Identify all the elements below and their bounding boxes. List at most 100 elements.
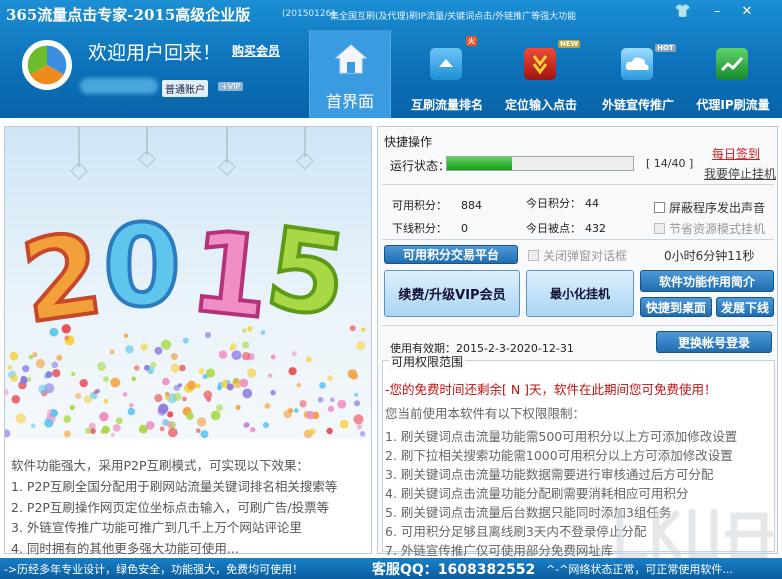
quick-ops-title: 快捷操作 xyxy=(384,135,433,149)
confetti-dot xyxy=(44,418,54,428)
progress-text: [ 14/40 ] xyxy=(646,157,694,170)
confetti-dot xyxy=(165,395,170,401)
confetti-dot xyxy=(216,404,224,412)
confetti-dot xyxy=(7,365,13,370)
save-resources-checkbox[interactable]: 节省资源模式挂机 xyxy=(654,220,765,237)
confetti-dot xyxy=(262,422,270,429)
tab-proxy-ip[interactable]: 代理IP刷流量 xyxy=(688,30,778,118)
confetti-dot xyxy=(110,377,121,388)
stop-hang-link[interactable]: 我要停止挂机 xyxy=(704,165,776,182)
today-clicked-label: 今日被点： xyxy=(526,222,581,235)
confetti-dot xyxy=(196,417,207,427)
confetti-dot xyxy=(205,332,211,338)
confetti-dot xyxy=(140,343,148,351)
checkbox-box[interactable] xyxy=(654,223,665,234)
confetti-dot xyxy=(283,410,292,419)
confetti-dot xyxy=(10,374,18,383)
confetti-dot xyxy=(93,389,99,395)
confetti-dot xyxy=(134,365,140,371)
confetti-dot xyxy=(97,362,106,371)
buy-member-link[interactable]: 购买会员 xyxy=(232,42,280,59)
confetti-dot xyxy=(294,408,299,413)
status-bar: ->历经多年专业设计，绿色安全，功能强大，免费均可使用！ 客服QQ：160838… xyxy=(0,558,782,579)
cloud-icon xyxy=(621,48,653,80)
confetti-dot xyxy=(110,432,115,437)
today-points: 今日积分： 44 xyxy=(526,195,599,211)
feature-intro-button[interactable]: 软件功能作用简介 xyxy=(640,270,774,292)
confetti-dot xyxy=(306,410,315,420)
confetti-dot xyxy=(30,423,36,429)
confetti-dot xyxy=(167,411,174,418)
confetti-dot xyxy=(154,394,163,403)
tab-external-links[interactable]: HOT 外链宣传推广 xyxy=(593,30,683,118)
confetti-dot xyxy=(270,390,276,396)
confetti-dot xyxy=(182,337,189,344)
confetti-dot xyxy=(161,339,172,350)
mute-checkbox[interactable]: 屏蔽程序发出声音 xyxy=(654,199,765,216)
pie-logo-icon xyxy=(25,43,69,87)
minimize-button[interactable]: – xyxy=(706,3,728,21)
confetti-dot xyxy=(9,351,19,361)
confetti-dot xyxy=(305,356,312,363)
minimize-hang-button[interactable]: 最小化挂机 xyxy=(526,270,634,317)
confetti-dot xyxy=(101,425,110,434)
tab-proxy-ip-label: 代理IP刷流量 xyxy=(696,98,770,112)
checkbox-box[interactable] xyxy=(528,250,539,261)
run-progress-bar xyxy=(446,156,634,171)
close-popup-checkbox[interactable]: 关闭弹窗对话框 xyxy=(528,247,627,264)
confetti-dot xyxy=(268,373,273,378)
confetti-dot xyxy=(317,396,324,403)
tab-locate-click[interactable]: NEW 定位输入点击 xyxy=(496,30,586,118)
confetti-dot xyxy=(173,384,180,392)
confetti-dot xyxy=(15,413,26,424)
confetti-dot xyxy=(250,427,256,433)
confetti-dot xyxy=(168,427,178,438)
renew-vip-button[interactable]: 续费/升级VIP会员 xyxy=(384,270,520,317)
confetti-dot xyxy=(337,399,347,409)
confetti-dot xyxy=(198,368,205,375)
confetti-dot xyxy=(243,422,249,428)
main-area: 2 0 1 5 软件功能强大，采用P2P互刷模式，可实现以下效果： 1. P2P… xyxy=(0,118,782,558)
username-blurred xyxy=(80,78,158,94)
welcome-text: 欢迎用户回来！ xyxy=(88,42,222,64)
confetti-dot xyxy=(309,428,316,435)
list-item: 1. 刷关键词点击流量功能需500可用积分以上方可添加修改设置 xyxy=(385,429,738,444)
confetti-dot xyxy=(127,407,136,416)
new-tag: NEW xyxy=(558,40,581,48)
support-qq[interactable]: 客服QQ：1608382552 xyxy=(372,559,535,579)
confetti-dot xyxy=(353,400,361,407)
switch-account-button[interactable]: 更换帐号登录 xyxy=(656,331,772,353)
shortcut-desktop-button[interactable]: 快捷到桌面 xyxy=(640,297,712,317)
checkbox-box[interactable] xyxy=(654,202,665,213)
progress-fill xyxy=(447,157,513,170)
develop-offline-button[interactable]: 发展下线 xyxy=(716,297,774,317)
confetti-dot xyxy=(173,392,182,401)
list-item: 3. 外链宣传推广功能可推广到几千上万个网站评论里 xyxy=(11,520,302,535)
divider xyxy=(382,239,774,240)
title-bar[interactable]: 365流量点击专家-2015高级企业版 (20150126) 集全国互刷(及代理… xyxy=(0,0,782,26)
confetti-dot xyxy=(56,355,63,361)
confetti-dot xyxy=(299,400,307,408)
confetti-dot xyxy=(35,358,45,369)
tab-locate-click-label: 定位输入点击 xyxy=(504,98,577,112)
tab-mutual-traffic[interactable]: 火 互刷流量排名 xyxy=(402,30,492,118)
avatar[interactable] xyxy=(22,40,72,90)
confetti-dot xyxy=(179,364,186,372)
daily-checkin-link[interactable]: 每日签到 xyxy=(712,145,760,162)
skin-icon[interactable]: 👕 xyxy=(672,3,694,21)
points-trade-button[interactable]: 可用积分交易平台 xyxy=(384,245,518,264)
offline-points-value: 0 xyxy=(461,222,468,235)
confetti-dot xyxy=(264,403,271,409)
tab-mutual-traffic-label: 互刷流量排名 xyxy=(410,98,483,112)
confetti-dot xyxy=(50,409,58,417)
confetti-dot xyxy=(45,371,53,378)
confetti-dot xyxy=(11,395,21,404)
close-button[interactable]: ✕ xyxy=(736,3,758,21)
confetti-dot xyxy=(187,380,197,390)
confetti-dot xyxy=(247,368,257,378)
tab-home[interactable]: 首界面 xyxy=(309,30,391,118)
available-points-value: 884 xyxy=(461,199,482,212)
list-item: 2. 刷下拉相关搜索功能需1000可用积分以上方可添加修改设置 xyxy=(385,448,733,463)
confetti-dot xyxy=(330,397,335,403)
right-panel: 快捷操作 运行状态： [ 14/40 ] 每日签到 我要停止挂机 可用积分： 88… xyxy=(377,126,778,558)
